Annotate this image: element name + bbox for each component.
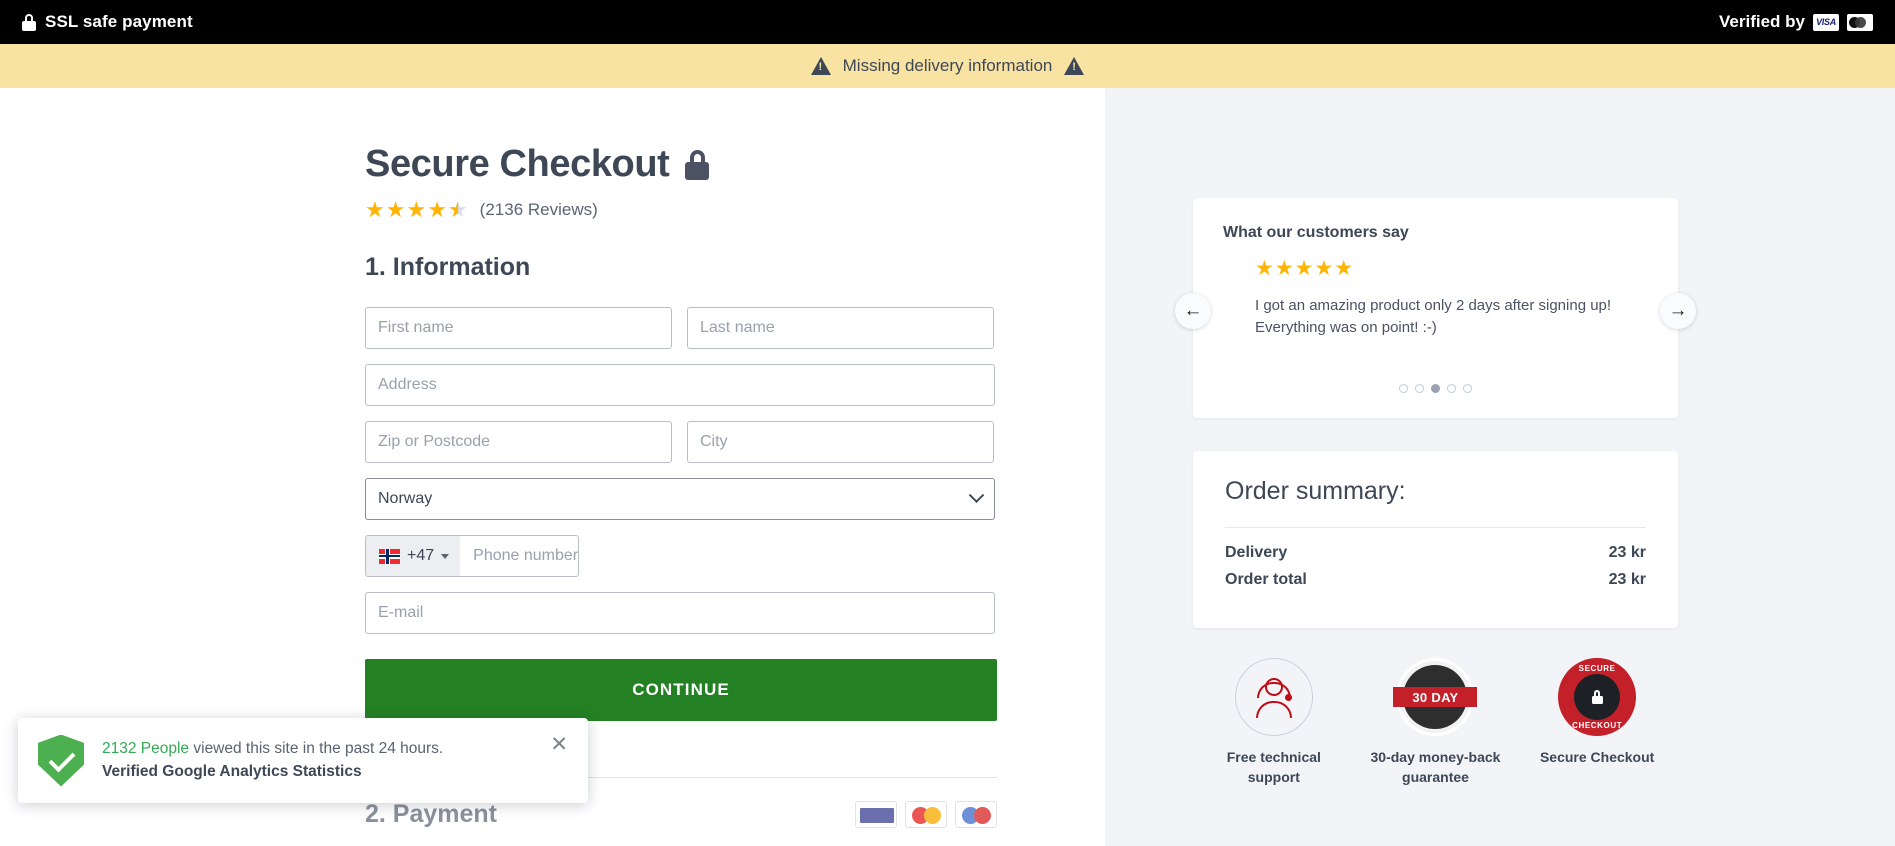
verified-by-label: Verified by	[1719, 12, 1805, 31]
social-proof-popup: 2132 People viewed this site in the past…	[18, 718, 588, 803]
testimonial-next-button[interactable]: →	[1660, 293, 1696, 329]
name-row: First name Last name	[365, 307, 995, 349]
trust-badge-money-back: 30 DAY 30-day money-back guarantee	[1360, 658, 1510, 788]
address-input[interactable]: Address	[365, 364, 995, 406]
trust-badge-label: Free technical support	[1226, 749, 1321, 786]
phone-prefix-label: +47	[407, 547, 435, 564]
checkout-page: SSL safe payment Verified by VISA Missin…	[0, 0, 1895, 846]
address-row: Address	[365, 364, 995, 406]
email-input[interactable]: E-mail	[365, 592, 995, 634]
green-shield-check-icon	[38, 734, 84, 787]
verified-by-group: Verified by VISA	[1719, 12, 1873, 32]
delivery-value: 23 kr	[1608, 544, 1646, 561]
testimonial-stars: ★★★★★	[1255, 257, 1355, 280]
viewer-count: 2132 People	[102, 740, 190, 757]
lock-icon	[685, 149, 710, 180]
country-select[interactable]: Norway	[365, 478, 995, 520]
last-name-input[interactable]: Last name	[687, 307, 994, 349]
testimonial-card: What our customers say ★★★★★ I got an am…	[1193, 198, 1678, 418]
summary-row-total: Order total 23 kr	[1225, 571, 1646, 589]
summary-divider	[1225, 527, 1646, 528]
visa-logo-icon: VISA	[1813, 13, 1839, 31]
summary-row-delivery: Delivery 23 kr	[1225, 544, 1646, 562]
chevron-down-icon	[968, 486, 985, 503]
missing-delivery-warning-banner: Missing delivery information	[0, 44, 1895, 88]
page-title: Secure Checkout	[365, 143, 670, 185]
page-title-row: Secure Checkout	[365, 143, 1105, 186]
money-back-seal-icon: 30 DAY	[1393, 658, 1478, 736]
reviews-count: (2136 Reviews)	[479, 200, 598, 219]
star-full: ★	[365, 197, 385, 222]
seal-top-text: SECURE	[1578, 664, 1616, 673]
zip-input[interactable]: Zip or Postcode	[365, 421, 672, 463]
country-code-selector[interactable]: +47	[366, 536, 461, 576]
close-icon[interactable]: ✕	[550, 732, 568, 757]
lock-icon	[22, 13, 36, 31]
star-full: ★	[427, 197, 447, 222]
carousel-dots	[1193, 384, 1678, 393]
testimonial-prev-button[interactable]: ←	[1175, 293, 1211, 329]
order-total-value: 23 kr	[1608, 571, 1646, 588]
carousel-dot[interactable]	[1463, 384, 1472, 393]
norway-flag-icon	[379, 548, 400, 564]
warning-message: Missing delivery information	[842, 56, 1053, 75]
step-2-row: 2. Payment	[365, 800, 997, 829]
warning-triangle-icon-right	[1064, 57, 1085, 75]
step-1-title: 1. Information	[365, 253, 531, 281]
sidebar-column: What our customers say ★★★★★ I got an am…	[1105, 88, 1895, 846]
phone-field-group: +47 Phone number	[365, 535, 580, 577]
star-full: ★	[385, 197, 406, 222]
country-row: Norway	[365, 478, 995, 520]
mastercard-logo-icon	[1847, 13, 1873, 31]
carousel-dot[interactable]	[1415, 384, 1424, 393]
support-badge-ring	[1234, 658, 1313, 736]
star-rating: ★ ★ ★ ★ ★★	[365, 199, 468, 221]
city-input[interactable]: City	[687, 421, 994, 463]
trust-badge-support: Free technical support	[1199, 658, 1349, 788]
headset-support-icon	[1252, 675, 1296, 719]
secure-checkout-seal-icon: SECURE CHECKOUT	[1558, 658, 1637, 736]
carousel-dot-active[interactable]	[1431, 384, 1440, 393]
testimonial-heading: What our customers say	[1223, 224, 1409, 241]
seal-bottom-text: CHECKOUT	[1572, 721, 1623, 730]
trust-badge-secure-checkout: SECURE CHECKOUT Secure Checkout	[1522, 658, 1672, 788]
social-proof-line-1: 2132 People viewed this site in the past…	[102, 740, 532, 758]
mastercard-card-icon	[905, 801, 947, 828]
country-selected-value: Norway	[378, 490, 433, 507]
information-form: First name Last name Address Zip or Post…	[365, 307, 995, 634]
star-full: ★	[406, 197, 427, 222]
caret-down-icon	[441, 553, 450, 559]
ssl-topbar: SSL safe payment Verified by VISA	[0, 0, 1895, 44]
lock-icon	[1591, 690, 1603, 704]
order-summary-card: Order summary: Delivery 23 kr Order tota…	[1193, 451, 1678, 628]
phone-row: +47 Phone number	[365, 535, 995, 577]
visa-card-icon	[855, 801, 897, 828]
seal-ribbon-text: 30 DAY	[1393, 687, 1478, 707]
warning-triangle-icon-left	[810, 57, 831, 75]
ssl-badge: SSL safe payment	[22, 12, 193, 32]
trust-badges: Free technical support 30 DAY 30-day mon…	[1193, 658, 1678, 788]
star-half: ★★	[447, 197, 468, 222]
payment-logos	[855, 801, 997, 828]
email-row: E-mail	[365, 592, 995, 634]
social-proof-text: 2132 People viewed this site in the past…	[102, 740, 532, 781]
phone-number-input[interactable]: Phone number	[460, 536, 578, 576]
carousel-dot[interactable]	[1399, 384, 1408, 393]
carousel-dot[interactable]	[1447, 384, 1456, 393]
order-summary-title: Order summary:	[1225, 477, 1406, 505]
rating-row: ★ ★ ★ ★ ★★ (2136 Reviews)	[365, 199, 1105, 221]
first-name-input[interactable]: First name	[365, 307, 672, 349]
social-proof-line-2: Verified Google Analytics Statistics	[102, 763, 362, 780]
trust-badge-label: Secure Checkout	[1539, 749, 1655, 765]
order-total-label: Order total	[1225, 571, 1307, 588]
maestro-card-icon	[955, 801, 997, 828]
step-2-title: 2. Payment	[365, 800, 498, 828]
continue-button[interactable]: CONTINUE	[365, 659, 997, 721]
viewer-count-suffix: viewed this site in the past 24 hours.	[189, 740, 444, 757]
trust-badge-label: 30-day money-back guarantee	[1370, 749, 1501, 786]
testimonial-quote: I got an amazing product only 2 days aft…	[1255, 297, 1612, 336]
delivery-label: Delivery	[1225, 544, 1288, 561]
ssl-label: SSL safe payment	[45, 12, 193, 31]
zip-city-row: Zip or Postcode City	[365, 421, 995, 463]
